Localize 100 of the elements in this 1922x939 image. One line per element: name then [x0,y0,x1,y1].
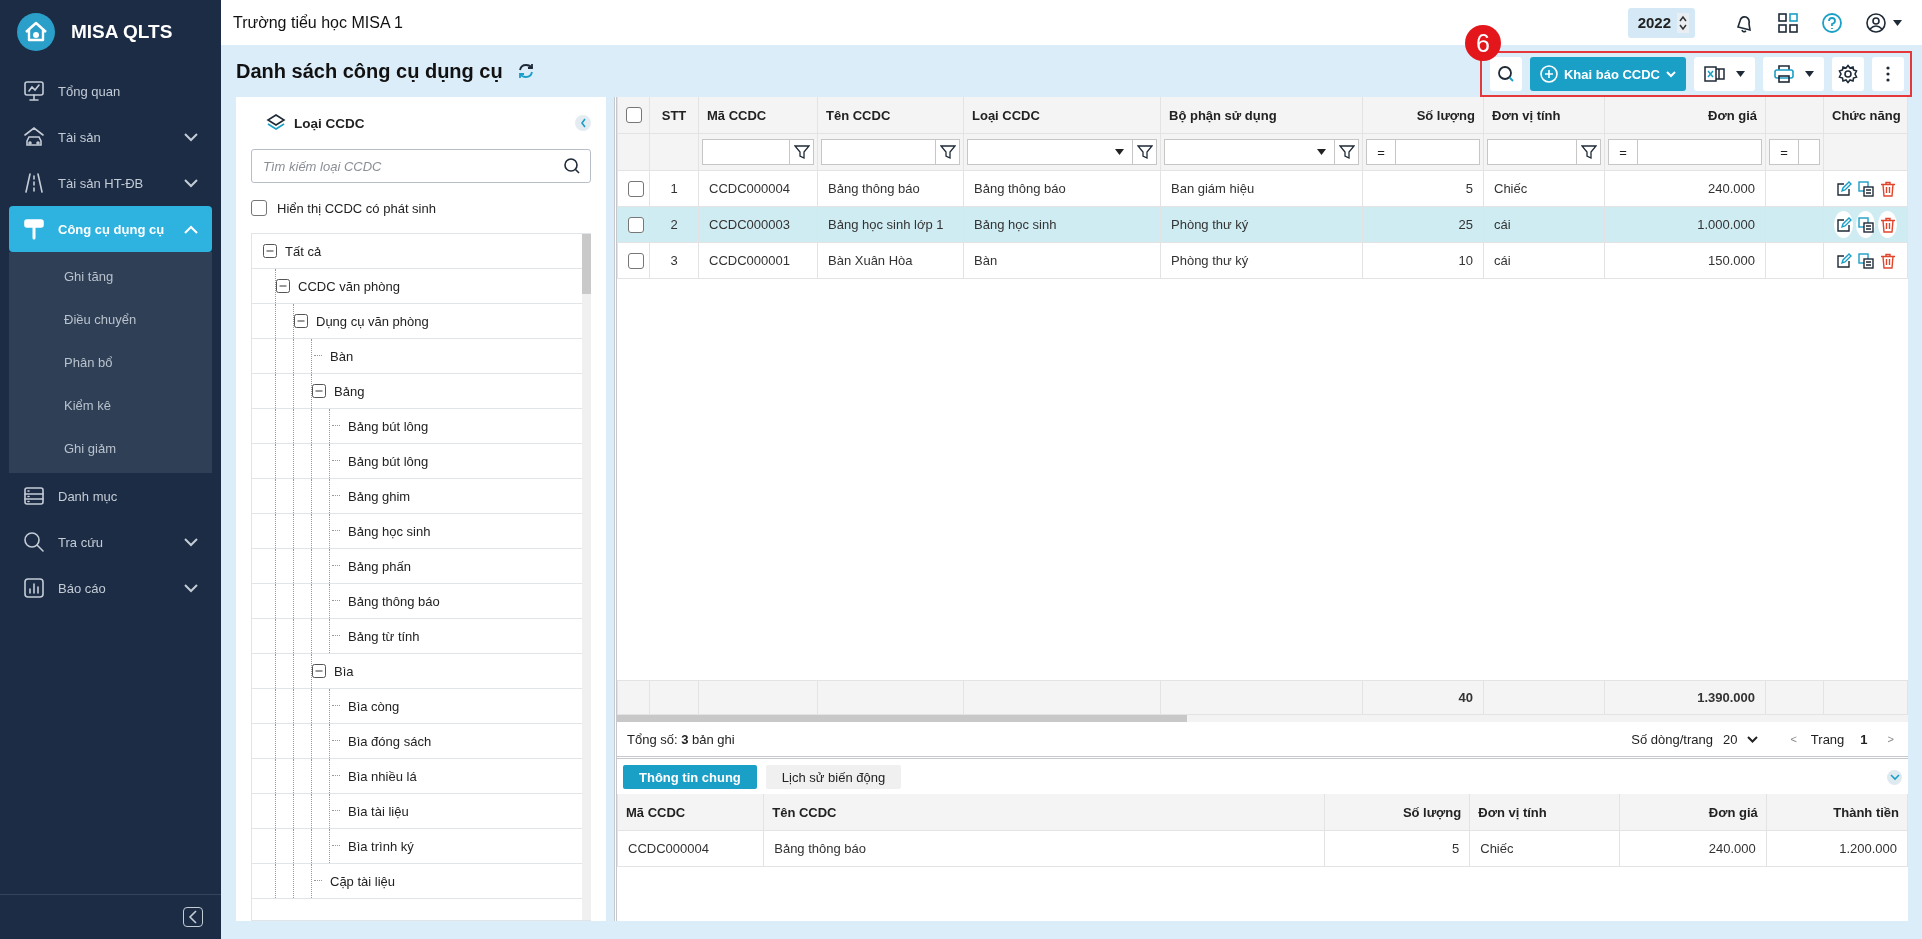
page-size-dropdown[interactable]: 20 [1722,731,1759,747]
horizontal-scrollbar[interactable] [617,715,1908,722]
settings-button[interactable] [1832,57,1864,91]
submenu-item[interactable]: Ghi tăng [9,255,212,298]
collapse-icon[interactable] [276,279,290,293]
filter-button[interactable] [936,139,960,165]
search-field[interactable]: Tìm kiếm loại CCDC [251,149,591,183]
user-menu[interactable] [1865,11,1902,34]
filter-button[interactable] [1133,139,1157,165]
table-cell: Phòng thư ký [1160,242,1363,279]
collapse-icon[interactable] [312,664,326,678]
edit-icon [1835,252,1852,269]
nav-item[interactable]: Báo cáo [9,565,212,611]
tree-item[interactable]: Bìa đóng sách [252,724,582,759]
nav-item[interactable]: Danh mục [9,473,212,519]
tree-item[interactable]: Cặp tài liệu [252,864,582,899]
nav-item[interactable]: Tài sản HT-ĐB [9,160,212,206]
filter-button[interactable] [790,139,814,165]
operator-selector[interactable]: = [1769,139,1798,165]
column-header: Bộ phận sử dụng [1160,97,1363,134]
tree-item[interactable]: Bảng từ tính [252,619,582,654]
submenu-item[interactable]: Kiểm kê [9,384,212,427]
collapse-icon[interactable] [312,384,326,398]
checkbox[interactable] [626,107,642,124]
table-cell: Bảng học sinh [963,206,1161,243]
next-page-button[interactable]: > [1883,733,1898,745]
filter-field[interactable] [1487,139,1577,165]
refresh-icon[interactable] [516,62,535,80]
tree-item[interactable]: Bảng phấn [252,549,582,584]
filter-field[interactable] [1395,139,1480,165]
tree-item[interactable]: Bìa nhiều lá [252,759,582,794]
filter-field[interactable] [1798,139,1820,165]
chevron-down-icon [1666,70,1676,78]
collapse-panel-button[interactable] [575,115,591,131]
tree-item[interactable]: Bảng học sinh [252,514,582,549]
collapse-sidebar-button[interactable] [183,907,203,927]
filter-icon [939,144,956,160]
tree-item[interactable]: Tất cả [252,234,582,269]
nav-item[interactable]: Tra cứu [9,519,212,565]
search-button[interactable] [1489,57,1522,91]
nav-item[interactable]: Tài sản [9,114,212,160]
table-cell: Phòng thư ký [1160,206,1363,243]
tree-item[interactable]: Bìa tài liệu [252,794,582,829]
checkbox[interactable] [628,180,644,197]
tree-item[interactable]: Bàn [252,339,582,374]
apps-grid-icon[interactable] [1777,11,1799,34]
year-spinner[interactable]: 2022 [1627,7,1695,38]
table-row[interactable]: 1 CCDC000004 Bảng thông báo Bảng thông báo Ban giám hiệu 5 Chiếc 240.000 [617,170,1908,207]
checkbox[interactable] [251,200,267,216]
collapse-icon[interactable] [263,244,277,258]
tree-item[interactable]: Bảng ghim [252,479,582,514]
column-header: Đơn giá [1604,97,1766,134]
tree-item[interactable]: Dụng cụ văn phòng [252,304,582,339]
table-cell: 1 [649,170,699,207]
excel-export-button[interactable] [1694,57,1755,91]
column-header: Mã CCDC [617,794,764,831]
help-icon[interactable] [1821,11,1843,34]
submenu-item[interactable]: Phân bổ [9,341,212,384]
column-header: Chức năng [1823,97,1908,134]
filter-field[interactable] [702,139,790,165]
submenu-item[interactable]: Ghi giảm [9,427,212,470]
vertical-scrollbar[interactable] [582,234,591,920]
table-cell: CCDC000003 [698,206,818,243]
edit-button[interactable] [1834,211,1853,238]
layers-icon [266,113,286,133]
operator-selector[interactable]: = [1608,139,1637,165]
filter-field[interactable] [821,139,936,165]
print-button[interactable] [1763,57,1824,91]
collapse-icon[interactable] [294,314,308,328]
table-cell: 2 [649,206,699,243]
checkbox[interactable] [628,216,644,233]
tree-item[interactable]: Bảng bút lông [252,409,582,444]
delete-button[interactable] [1878,211,1897,238]
submenu-item[interactable]: Điều chuyển [9,298,212,341]
tree-item[interactable]: Bìa còng [252,689,582,724]
tree-item[interactable]: Bìa trình ký [252,829,582,864]
collapse-detail-button[interactable] [1887,769,1902,785]
nav-item[interactable]: Tổng quan [9,68,212,114]
previous-page-button[interactable]: < [1786,733,1801,745]
filter-icon [1338,144,1355,160]
copy-button[interactable] [1856,211,1875,238]
table-cell: 25 [1362,206,1484,243]
checkbox[interactable] [628,252,644,269]
table-row[interactable]: 3 CCDC000001 Bàn Xuân Hòa Bàn Phòng thư ký 10 cái 150.000 [617,242,1908,279]
table-cell: 5 [1362,170,1484,207]
operator-selector[interactable]: = [1366,139,1395,165]
tree-item[interactable]: Bảng [252,374,582,409]
table-cell: 10 [1362,242,1484,279]
chevron-down-icon [1747,735,1759,743]
tree-item[interactable]: Bìa [252,654,582,689]
filter-field[interactable] [1637,139,1762,165]
table-row[interactable]: 2 CCDC000003 Bảng học sinh lớp 1 Bảng học sinh Phòng thư ký 25 cái 1.000.000 [617,206,1908,243]
tree-item[interactable]: Bảng bút lông [252,444,582,479]
column-header: Đơn vị tính [1469,794,1619,831]
filter-button[interactable] [1577,139,1601,165]
column-header: Loại CCDC [963,97,1161,134]
tree-item[interactable]: CCDC văn phòng [252,269,582,304]
tab[interactable]: Lịch sử biến động [765,765,902,789]
filter-button[interactable] [1335,139,1359,165]
tree-item[interactable]: Bảng thông báo [252,584,582,619]
